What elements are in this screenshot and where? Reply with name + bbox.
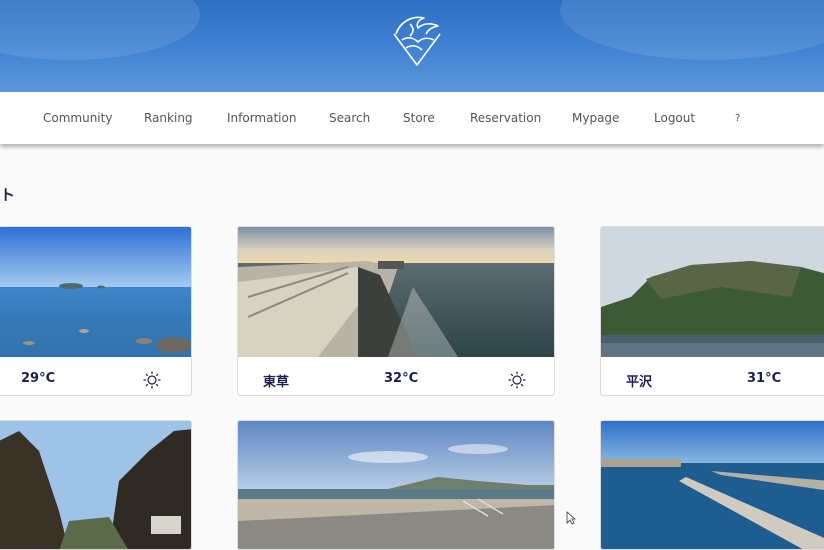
spot-card[interactable]: 29°C (0, 226, 192, 396)
sky-cloud (0, 0, 200, 60)
spot-photo (238, 227, 554, 357)
dolphin-logo-icon[interactable] (390, 12, 444, 68)
header-banner (0, 0, 824, 92)
nav-mypage[interactable]: Mypage (572, 111, 619, 125)
nav-information[interactable]: Information (227, 111, 296, 125)
nav-ranking[interactable]: Ranking (144, 111, 193, 125)
spot-card[interactable]: 東草 32°C (237, 226, 555, 396)
spot-temperature: 29°C (21, 371, 56, 386)
section-title: ト (0, 186, 16, 204)
spot-temperature: 32°C (384, 371, 419, 386)
nav-search[interactable]: Search (329, 111, 370, 125)
mouse-cursor-icon (566, 511, 576, 525)
spot-name: 平沢 (626, 375, 653, 390)
nav-store[interactable]: Store (403, 111, 435, 125)
sun-icon (143, 371, 161, 389)
nav-logout[interactable]: Logout (654, 111, 695, 125)
spot-photo (238, 421, 554, 549)
spot-temperature: 31°C (747, 371, 782, 386)
spot-photo (601, 421, 824, 549)
spot-name: 東草 (263, 375, 290, 390)
nav-reservation[interactable]: Reservation (470, 111, 541, 125)
sky-cloud (560, 0, 824, 60)
nav-community[interactable]: Community (43, 111, 112, 125)
spot-photo (601, 227, 824, 357)
sun-icon (508, 371, 526, 389)
spot-card[interactable]: 平沢 31°C (600, 226, 824, 396)
spot-photo (0, 227, 191, 357)
spot-photo (0, 421, 191, 549)
spot-card[interactable] (600, 420, 824, 550)
nav-help[interactable]: ? (735, 113, 740, 124)
spot-card[interactable] (237, 420, 555, 550)
main-nav: Community Ranking Information Search Sto… (0, 92, 824, 144)
spot-card[interactable] (0, 420, 192, 550)
